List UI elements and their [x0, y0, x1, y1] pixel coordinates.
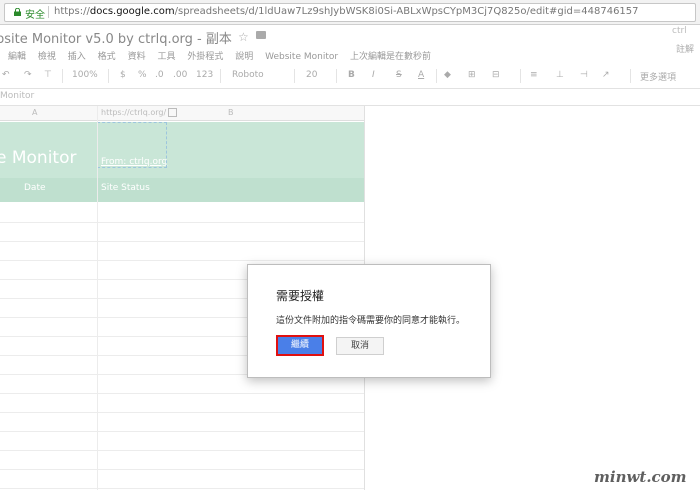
divider — [520, 69, 521, 83]
menu-view[interactable]: 檢視 — [38, 52, 56, 62]
align-horizontal-icon[interactable]: ≡ — [530, 70, 538, 80]
menu-tools[interactable]: 工具 — [157, 52, 175, 62]
font-select[interactable]: Roboto — [232, 70, 264, 80]
align-vertical-icon[interactable]: ⊥ — [556, 70, 564, 80]
dialog-message: 這份文件附加的指令碼需要你的同意才能執行。 — [276, 316, 466, 326]
row-divider — [0, 241, 364, 242]
url-field[interactable]: 安全 https://docs.google.com/spreadsheets/… — [4, 3, 696, 22]
zoom-select[interactable]: 100% — [72, 70, 98, 80]
divider — [436, 69, 437, 83]
name-box[interactable]: Monitor — [0, 91, 34, 101]
divider — [630, 69, 631, 83]
dialog-title: 需要授權 — [276, 289, 325, 303]
borders-icon[interactable]: ⊞ — [468, 70, 476, 80]
lock-icon — [14, 8, 21, 16]
row-divider — [0, 469, 364, 470]
url-host: docs.google.com — [89, 6, 175, 17]
menu-edit[interactable]: 編輯 — [8, 52, 26, 62]
continue-button[interactable]: 繼續 — [276, 335, 324, 356]
italic-button[interactable]: I — [372, 70, 375, 80]
divider — [294, 69, 295, 83]
row-divider — [0, 260, 364, 261]
url-scheme: https:// — [54, 6, 90, 17]
more-options-button[interactable]: 更多選項 — [640, 70, 676, 83]
open-link-icon[interactable] — [168, 108, 177, 117]
url-text: https://docs.google.com/spreadsheets/d/1… — [54, 6, 639, 17]
menu-addons[interactable]: 外掛程式 — [187, 52, 223, 62]
column-header: A B — [0, 106, 364, 121]
star-icon[interactable]: ☆ — [238, 30, 249, 44]
divider — [108, 69, 109, 83]
browser-address-bar: 安全 https://docs.google.com/spreadsheets/… — [0, 0, 700, 25]
cancel-button[interactable]: 取消 — [336, 337, 384, 355]
document-title[interactable]: bsite Monitor v5.0 by ctrlq.org - 副本 — [0, 28, 232, 47]
merge-cells-icon[interactable]: ⊟ — [492, 70, 500, 80]
column-a-label[interactable]: A — [32, 108, 37, 117]
divider — [48, 6, 49, 18]
currency-button[interactable]: $ — [120, 70, 126, 80]
font-size-select[interactable]: 20 — [306, 70, 317, 80]
row-divider — [0, 222, 364, 223]
menu-insert[interactable]: 插入 — [68, 52, 86, 62]
bold-button[interactable]: B — [348, 70, 355, 80]
redo-icon[interactable]: ↷ — [24, 70, 32, 80]
paint-format-icon[interactable]: ⊤ — [44, 70, 52, 80]
text-wrap-icon[interactable]: ⊣ — [580, 70, 588, 80]
text-rotate-icon[interactable]: ↗ — [602, 70, 610, 80]
menu-website-monitor[interactable]: Website Monitor — [265, 52, 338, 62]
url-path: /spreadsheets/d/1ldUaw7Lz9shJybWSK8i0Si-… — [174, 6, 639, 17]
text-color-button[interactable]: A — [418, 70, 424, 80]
percent-button[interactable]: % — [138, 70, 147, 80]
account-hint[interactable]: ctrl — [672, 26, 687, 36]
secure-label: 安全 — [25, 10, 45, 21]
row-divider — [0, 393, 364, 394]
watermark: minwt.com — [594, 468, 687, 486]
last-edit-status: 上次編輯是在數秒前 — [349, 52, 431, 62]
divider — [220, 69, 221, 83]
folder-icon[interactable] — [256, 31, 266, 39]
number-format-select[interactable]: 123 — [196, 70, 213, 80]
divider — [62, 69, 63, 83]
decrease-decimals-button[interactable]: .0 — [155, 70, 164, 80]
row-divider — [0, 412, 364, 413]
link-cell[interactable]: https://ctrlq.org/ — [101, 108, 166, 117]
authorization-dialog: 需要授權 這份文件附加的指令碼需要你的同意才能執行。 繼續 取消 — [247, 264, 491, 378]
divider — [336, 69, 337, 83]
toolbar: ↶ ↷ ⊤ 100% $ % .0 .00 123 Roboto 20 B I … — [0, 64, 700, 89]
menu-data[interactable]: 資料 — [128, 52, 146, 62]
column-b-label[interactable]: B — [228, 108, 234, 117]
fill-color-icon[interactable]: ◆ — [444, 70, 451, 80]
strikethrough-button[interactable]: S — [396, 70, 402, 80]
undo-icon[interactable]: ↶ — [2, 70, 10, 80]
increase-decimals-button[interactable]: .00 — [173, 70, 187, 80]
menu-help[interactable]: 說明 — [235, 52, 253, 62]
row-divider — [0, 450, 364, 451]
menu-format[interactable]: 格式 — [98, 52, 116, 62]
menu-bar: 編輯 檢視 插入 格式 資料 工具 外掛程式 說明 Website Monito… — [8, 49, 440, 63]
column-divider — [97, 106, 98, 490]
comments-button[interactable]: 註解 — [676, 42, 694, 55]
row-divider — [0, 488, 364, 489]
formula-bar[interactable]: Monitor — [0, 89, 700, 106]
row-divider — [0, 431, 364, 432]
